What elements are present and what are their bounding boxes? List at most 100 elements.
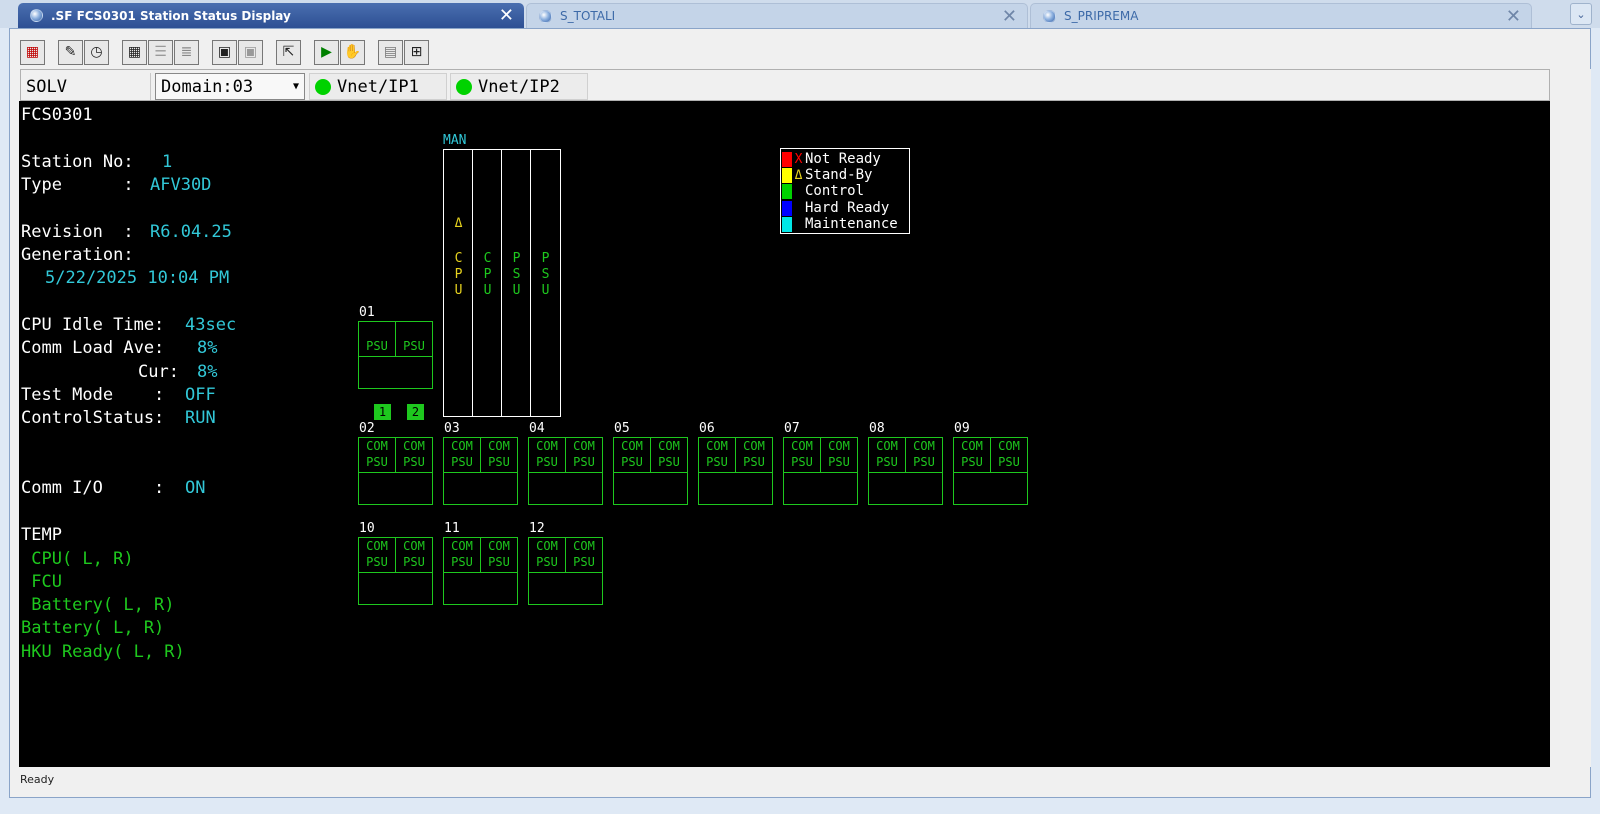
tab-s-priprema[interactable]: S_PRIPREMA ✕ (1030, 3, 1532, 28)
comm-load-cur-label: Cur: (138, 362, 179, 382)
node-slot-right: COM PSU (573, 539, 595, 569)
close-icon[interactable]: ✕ (1002, 6, 1017, 27)
node-08[interactable]: COM PSU COM PSU (868, 437, 943, 505)
status-bar: Ready (20, 769, 1560, 789)
temp-fcu: FCU (21, 572, 62, 592)
play-icon[interactable]: ▶ (314, 39, 339, 65)
node-number: 04 (529, 421, 545, 436)
node-12[interactable]: COM PSU COM PSU (528, 537, 603, 605)
station-name: FCS0301 (21, 105, 93, 125)
comm-load-label: Comm Load Ave: (21, 338, 165, 358)
node-slot-left: COM PSU (961, 439, 983, 469)
node-04[interactable]: COM PSU COM PSU (528, 437, 603, 505)
node-slot-right: COM PSU (658, 439, 680, 469)
domain-select[interactable]: Domain:03 ▼ (155, 73, 305, 100)
node-01[interactable]: PSU PSU (358, 321, 433, 389)
stop-hand-icon[interactable]: ✋ (340, 39, 365, 65)
node-number: 03 (444, 421, 460, 436)
revision-label: Revision : (21, 222, 134, 242)
legend-hard-ready: Hard Ready (782, 200, 889, 216)
tab-station-status[interactable]: .SF FCS0301 Station Status Display ✕ (18, 3, 524, 28)
type-value: AFV30D (150, 175, 212, 195)
hku-ready-status: HKU Ready( L, R) (21, 642, 185, 662)
comm-load-ave-value: 8% (197, 338, 218, 358)
node-06[interactable]: COM PSU COM PSU (698, 437, 773, 505)
node-badge-2[interactable]: 2 (407, 404, 424, 420)
node-11[interactable]: COM PSU COM PSU (443, 537, 518, 605)
tab-s-totali[interactable]: S_TOTALI ✕ (526, 3, 1028, 28)
tab-strip: .SF FCS0301 Station Status Display ✕ S_T… (0, 0, 1600, 28)
close-icon[interactable]: ✕ (1506, 6, 1521, 27)
rack-slot-label: P S U (512, 251, 521, 298)
node-slot-left: COM PSU (536, 539, 558, 569)
node-badge-1[interactable]: 1 (374, 404, 391, 420)
node-slot-left: COM PSU (876, 439, 898, 469)
vnet-ip1-status: Vnet/IP1 (309, 73, 447, 100)
cpu-idle-label: CPU Idle Time: (21, 315, 165, 335)
domain-bar: SOLV Domain:03 ▼ Vnet/IP1 Vnet/IP2 (20, 69, 1550, 101)
node-05[interactable]: COM PSU COM PSU (613, 437, 688, 505)
node-slot-right: COM PSU (828, 439, 850, 469)
control-status-value: RUN (185, 408, 216, 428)
rack-slot-psu-left[interactable]: P S U (502, 150, 531, 416)
legend-swatch (782, 167, 792, 183)
test-mode-value: OFF (185, 385, 216, 405)
node-slot-right: COM PSU (403, 539, 425, 569)
tab-label: S_TOTALI (560, 9, 616, 23)
node-02[interactable]: COM PSU COM PSU (358, 437, 433, 505)
station-status-display: FCS0301 Station No: 1 Type : AFV30D Revi… (19, 101, 1550, 767)
temp-battery: Battery( L, R) (21, 595, 175, 615)
clock-icon[interactable]: ◷ (84, 39, 109, 65)
node-slot-right: COM PSU (743, 439, 765, 469)
comm-io-label: Comm I/O : (21, 478, 165, 498)
control-status-label: ControlStatus: (21, 408, 165, 428)
node-number: 11 (444, 521, 460, 536)
node-slot-right: COM PSU (488, 439, 510, 469)
node-number: 12 (529, 521, 545, 536)
rack-slot-cpu-right[interactable]: C P U (473, 150, 502, 416)
vnet-ip1-label: Vnet/IP1 (337, 76, 419, 97)
node-number: 06 (699, 421, 715, 436)
not-ready-icon: X (794, 151, 803, 167)
cpu-idle-value: 43sec (185, 315, 237, 335)
legend-maintenance: Maintenance (782, 216, 898, 232)
standby-icon: Δ (454, 216, 463, 231)
node-number: 10 (359, 521, 375, 536)
close-icon[interactable]: ✕ (499, 5, 514, 26)
domain-value: Domain:03 (161, 76, 254, 97)
grid-icon[interactable]: ▦ (122, 39, 147, 65)
legend-label: Control (805, 183, 865, 199)
tab-list-dropdown-icon[interactable]: ⌄ (1570, 3, 1592, 25)
status-dot-icon (456, 78, 472, 95)
legend-label: Hard Ready (805, 200, 890, 216)
node-10[interactable]: COM PSU COM PSU (358, 537, 433, 605)
node-09[interactable]: COM PSU COM PSU (953, 437, 1028, 505)
comm-load-cur-value: 8% (197, 362, 218, 382)
node-07[interactable]: COM PSU COM PSU (783, 437, 858, 505)
status-legend: X Not Ready Δ Stand-By Control Hard Read… (780, 148, 910, 234)
rack-slot-psu-right[interactable]: P S U (531, 150, 560, 416)
type-label: Type : (21, 175, 134, 195)
legend-label: Stand-By (805, 167, 873, 183)
save-multi-icon[interactable]: ▣ (238, 39, 263, 65)
export-icon[interactable]: ⇱ (276, 39, 301, 65)
tab-label: S_PRIPREMA (1064, 9, 1139, 23)
alarm-icon[interactable]: ▦ (20, 39, 45, 65)
rack-slot-cpu-left[interactable]: Δ C P U (444, 150, 473, 416)
panel-icon[interactable]: ▤ (378, 39, 403, 65)
list-detail-icon[interactable]: ≣ (174, 39, 199, 65)
mode-label: MAN (443, 133, 467, 148)
node-03[interactable]: COM PSU COM PSU (443, 437, 518, 505)
status-dot-icon (315, 78, 331, 95)
node-slot-left: COM PSU (451, 539, 473, 569)
save-icon[interactable]: ▣ (212, 39, 237, 65)
chevron-down-icon[interactable]: ▼ (290, 78, 302, 95)
list-icon[interactable]: ☰ (148, 39, 173, 65)
legend-not-ready: X Not Ready (782, 151, 881, 167)
node-number: 08 (869, 421, 885, 436)
node-slot-left: COM PSU (621, 439, 643, 469)
edit-icon[interactable]: ✎ (58, 39, 83, 65)
tree-icon[interactable]: ⊞ (404, 39, 429, 65)
window-margin (1551, 69, 1591, 767)
revision-value: R6.04.25 (150, 222, 232, 242)
